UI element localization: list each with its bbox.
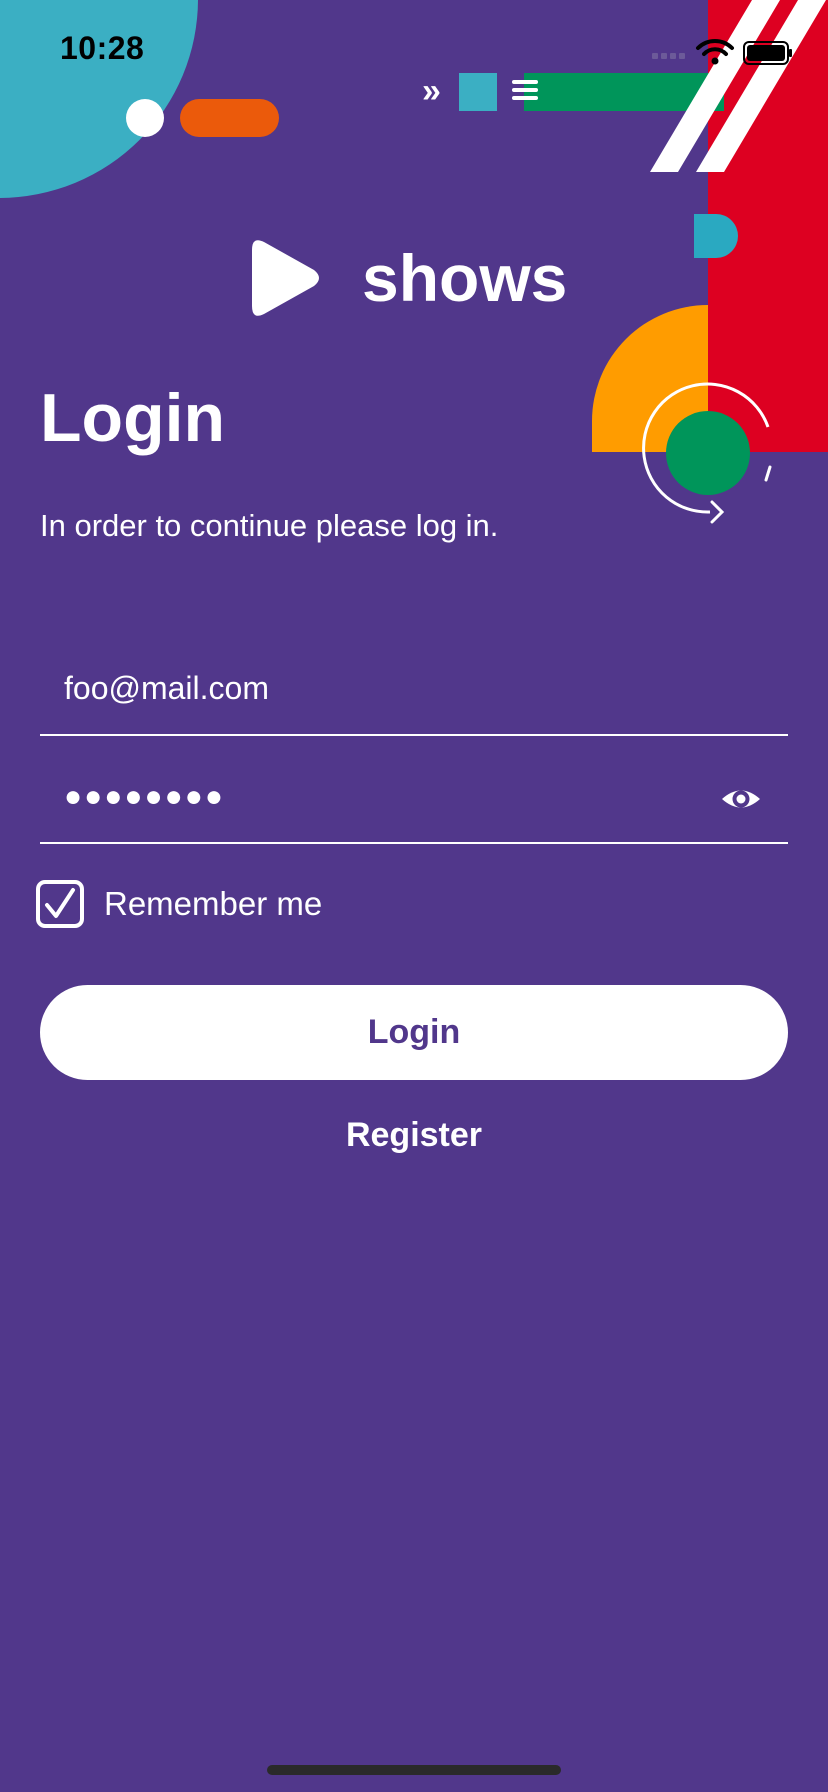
play-icon [252, 240, 319, 316]
signal-icon [652, 53, 685, 59]
remember-me-label: Remember me [104, 885, 323, 922]
remember-me-toggle[interactable]: Remember me [36, 880, 322, 928]
wifi-icon [696, 38, 734, 56]
home-indicator[interactable] [267, 1765, 561, 1775]
email-field [40, 648, 788, 736]
login-screen: » 10:28 shows Login In order to continue… [0, 0, 828, 1792]
decor-white-stripes [650, 0, 826, 172]
eye-icon[interactable] [720, 778, 762, 820]
decor-teal-square [459, 73, 497, 111]
app-logo: shows [250, 236, 567, 320]
email-input[interactable] [64, 662, 704, 714]
register-button[interactable]: Register [314, 1110, 514, 1160]
decor-ring-arc [642, 382, 772, 524]
status-icons [652, 38, 792, 65]
battery-icon [743, 41, 792, 65]
page-subtitle: In order to continue please log in. [40, 508, 499, 543]
decor-teal-half-circle [694, 214, 738, 258]
logo-text: shows [362, 241, 568, 315]
password-field[interactable]: ●●●●●●●● [40, 756, 788, 844]
decor-double-chevron-icon: » [422, 72, 441, 110]
decor-lines-icon [512, 80, 538, 104]
login-button[interactable]: Login [40, 985, 788, 1080]
decor-white-dot [126, 99, 164, 137]
status-time: 10:28 [60, 30, 145, 66]
checkmark-icon [45, 888, 75, 918]
decor-orange-pill [180, 99, 279, 137]
remember-me-checkbox[interactable] [36, 880, 84, 928]
password-input[interactable]: ●●●●●●●● [64, 772, 225, 822]
page-title: Login [40, 380, 226, 456]
